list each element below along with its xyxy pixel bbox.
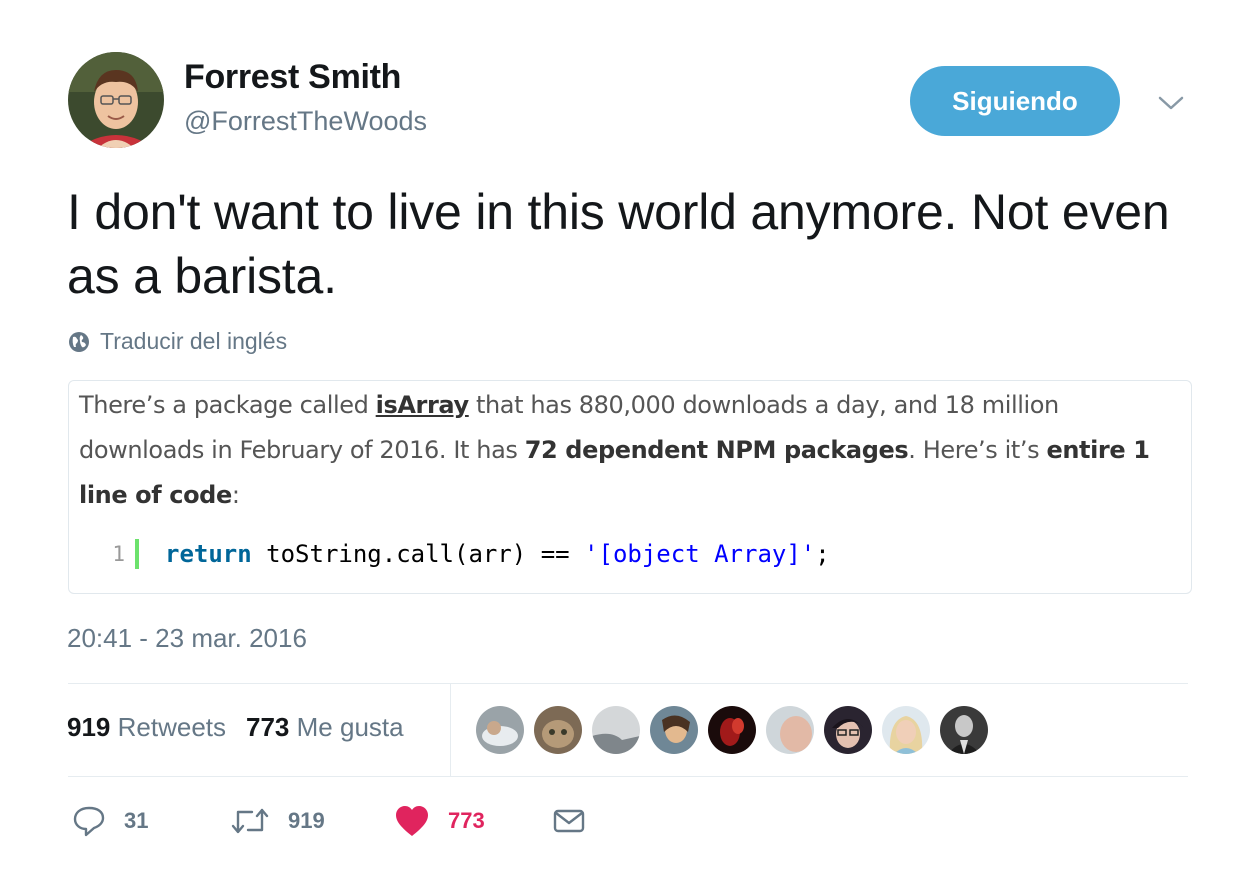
heart-icon <box>396 806 428 836</box>
liker-avatar[interactable] <box>940 706 988 754</box>
tweet-text: I don't want to live in this world anymo… <box>67 184 1170 304</box>
media-text-part: There’s a package called <box>79 391 376 419</box>
liker-avatar[interactable] <box>708 706 756 754</box>
translate-link[interactable]: Traducir del inglés <box>68 328 287 355</box>
tweet-timestamp[interactable]: 20:41 - 23 mar. 2016 <box>67 623 307 654</box>
liker-avatar[interactable] <box>650 706 698 754</box>
media-description: There’s a package called isArray that ha… <box>79 383 1184 518</box>
likes-count: 773 <box>246 712 290 742</box>
retweet-count: 919 <box>288 808 325 833</box>
media-text-part: : <box>231 481 240 509</box>
translate-label: Traducir del inglés <box>100 328 288 354</box>
envelope-icon <box>553 809 585 833</box>
author-handle[interactable]: @ForrestTheWoods <box>184 106 427 137</box>
following-button[interactable]: Siguiendo <box>910 66 1120 136</box>
code-expression: toString.call(arr) == <box>251 540 585 568</box>
code-keyword: return <box>165 540 252 568</box>
liker-avatar[interactable] <box>534 706 582 754</box>
author-avatar[interactable] <box>68 52 164 148</box>
media-text-part: . Here’s it’s <box>908 436 1047 464</box>
media-package-name: isArray <box>375 391 469 419</box>
liker-avatar[interactable] <box>766 706 814 754</box>
code-semicolon: ; <box>815 540 830 568</box>
reply-button[interactable]: 31 <box>72 804 148 838</box>
reply-icon <box>73 806 105 837</box>
code-gutter-bar <box>135 539 139 569</box>
liker-avatar[interactable] <box>882 706 930 754</box>
retweets-stat[interactable]: 919 Retweets <box>67 712 226 743</box>
tweet-media-image[interactable]: There’s a package called isArray that ha… <box>68 380 1192 594</box>
liker-avatars <box>476 706 988 754</box>
liker-avatar[interactable] <box>592 706 640 754</box>
code-line-number: 1 <box>112 542 125 566</box>
retweet-button[interactable]: 919 <box>230 804 325 838</box>
like-button[interactable]: 773 <box>394 804 485 838</box>
globe-icon <box>69 331 89 352</box>
retweet-icon <box>231 808 269 834</box>
media-bold-text: 72 dependent NPM packages <box>524 436 909 464</box>
code-string: '[object Array]' <box>584 540 816 568</box>
stats-separator <box>450 684 451 776</box>
divider <box>68 683 1188 684</box>
retweets-count: 919 <box>67 712 111 742</box>
like-count: 773 <box>448 808 485 833</box>
reply-count: 31 <box>124 808 149 833</box>
liker-avatar[interactable] <box>476 706 524 754</box>
divider <box>68 776 1188 777</box>
author-name[interactable]: Forrest Smith <box>184 58 401 97</box>
code-snippet: 1 return toString.call(arr) == '[object … <box>103 539 830 569</box>
retweets-label: Retweets <box>117 712 227 742</box>
likes-stat[interactable]: 773 Me gusta <box>246 712 404 743</box>
liker-avatar[interactable] <box>824 706 872 754</box>
tweet-stats: 919 Retweets 773 Me gusta <box>67 712 404 743</box>
chevron-down-icon[interactable] <box>1156 88 1186 118</box>
direct-message-button[interactable] <box>552 804 586 838</box>
likes-label: Me gusta <box>296 712 404 742</box>
